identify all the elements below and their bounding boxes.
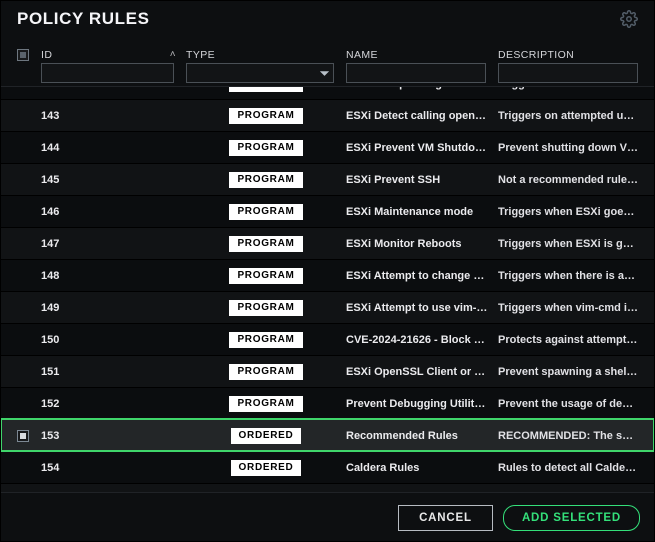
type-badge: PROGRAM	[229, 236, 302, 252]
table-row[interactable]: 143 PROGRAM ESXi Detect calling opensslTri…	[1, 99, 654, 131]
row-name: ESXi Maintenance mode	[346, 206, 498, 218]
table-row[interactable]: 148 PROGRAM ESXi Attempt to change welc…Tr…	[1, 259, 654, 291]
chevron-down-icon	[320, 69, 329, 78]
table-row[interactable]: 146 PROGRAM ESXi Maintenance modeTriggers …	[1, 195, 654, 227]
row-id: 149	[41, 302, 186, 314]
sort-asc-icon: ˄	[170, 49, 176, 60]
row-id: 150	[41, 334, 186, 346]
row-name: ESXi Attempt to change welc…	[346, 270, 498, 282]
type-badge: PROGRAM	[229, 140, 302, 156]
type-badge: PROGRAM	[229, 86, 302, 92]
row-description: Triggers when the whitelist…	[498, 86, 638, 90]
row-description: RECOMMENDED: The set of …	[498, 430, 638, 442]
type-badge: ORDERED	[231, 428, 302, 444]
table-row[interactable]: 153 ORDERED Recommended RulesRECOMMENDED: …	[1, 419, 654, 451]
policy-rules-dialog: POLICY RULES ID ˄ TYPE NAME DESCRIPTION	[0, 0, 655, 542]
dialog-title: POLICY RULES	[17, 9, 150, 29]
row-name: ESXi Prevent SSH	[346, 174, 498, 186]
column-type[interactable]: TYPE	[186, 49, 346, 61]
table-row[interactable]: 147 PROGRAM ESXi Monitor RebootsTriggers w…	[1, 227, 654, 259]
row-name: ESXi Detect calling openssl	[346, 110, 498, 122]
filter-type-select[interactable]	[186, 63, 334, 83]
row-name: CVE-2024-21626 - Block Lea…	[346, 334, 498, 346]
table-row[interactable]: 151 PROGRAM ESXi OpenSSL Client or Serv…Pr…	[1, 355, 654, 387]
row-description: Triggers on attempted usag…	[498, 110, 638, 122]
table-row[interactable]: 149 PROGRAM ESXi Attempt to use vim-cmdTri…	[1, 291, 654, 323]
table-row[interactable]: 142 PROGRAM ESXi Manipulating the task…Tri…	[1, 86, 654, 99]
row-name: ESXi Manipulating the task…	[346, 86, 498, 90]
column-id[interactable]: ID ˄	[41, 49, 186, 61]
row-description: Triggers when ESXi is gettin…	[498, 238, 638, 250]
row-name: Prevent Debugging Utilities	[346, 398, 498, 410]
row-name: ESXi Attempt to use vim-cmd	[346, 302, 498, 314]
type-badge: PROGRAM	[229, 268, 302, 284]
row-name: Caldera Rules	[346, 462, 498, 474]
row-id: 152	[41, 398, 186, 410]
row-name: ESXi Prevent VM Shutdown f…	[346, 142, 498, 154]
row-id: 147	[41, 238, 186, 250]
row-description: Triggers when ESXi goes int…	[498, 206, 638, 218]
gear-icon[interactable]	[620, 10, 638, 28]
row-id: 153	[41, 430, 186, 442]
type-badge: PROGRAM	[229, 332, 302, 348]
row-id: 142	[41, 86, 186, 90]
type-badge: PROGRAM	[229, 300, 302, 316]
row-description: Rules to detect all Caldera Li…	[498, 462, 638, 474]
dialog-header: POLICY RULES	[1, 1, 654, 39]
row-description: Not a recommended rule in …	[498, 174, 638, 186]
table-row[interactable]: 152 PROGRAM Prevent Debugging UtilitiesPre…	[1, 387, 654, 419]
row-description: Prevent the usage of debug…	[498, 398, 638, 410]
row-id: 146	[41, 206, 186, 218]
row-name: ESXi OpenSSL Client or Serv…	[346, 366, 498, 378]
add-selected-button[interactable]: ADD SELECTED	[503, 505, 640, 531]
row-id: 143	[41, 110, 186, 122]
table-row[interactable]: 145 PROGRAM ESXi Prevent SSHNot a recommen…	[1, 163, 654, 195]
column-type-label: TYPE	[186, 49, 215, 61]
column-description-label: DESCRIPTION	[498, 49, 574, 61]
row-id: 148	[41, 270, 186, 282]
row-id: 151	[41, 366, 186, 378]
filter-row	[1, 61, 654, 87]
row-checkbox[interactable]	[17, 430, 29, 442]
type-badge: PROGRAM	[229, 108, 302, 124]
type-badge: ORDERED	[231, 460, 302, 476]
table-row[interactable]: 144 PROGRAM ESXi Prevent VM Shutdown f…Pre…	[1, 131, 654, 163]
rules-table-body[interactable]: 142PROGRAMESXi Manipulating the task…Tri…	[1, 86, 654, 493]
table-row[interactable]: 154 ORDERED Caldera RulesRules to detect a…	[1, 451, 654, 483]
type-badge: PROGRAM	[229, 364, 302, 380]
filter-name-input[interactable]	[346, 63, 486, 83]
filter-id-input[interactable]	[41, 63, 174, 83]
filter-description-input[interactable]	[498, 63, 638, 83]
column-description[interactable]: DESCRIPTION	[498, 49, 638, 61]
row-id: 154	[41, 462, 186, 474]
row-description: Protects against attempts to…	[498, 334, 638, 346]
row-name: ESXi Monitor Reboots	[346, 238, 498, 250]
row-description: Triggers when there is an att…	[498, 270, 638, 282]
dialog-footer: CANCEL ADD SELECTED	[1, 495, 654, 541]
select-all-checkbox[interactable]	[17, 49, 29, 61]
type-badge: PROGRAM	[229, 396, 302, 412]
row-description: Prevent shutting down VMs …	[498, 142, 638, 154]
type-badge: PROGRAM	[229, 172, 302, 188]
row-description: Prevent spawning a shell or …	[498, 366, 638, 378]
column-id-label: ID	[41, 49, 52, 61]
table-row[interactable]: 155ORDEREDESXi Recommended RulesA set of…	[1, 483, 654, 493]
column-headers: ID ˄ TYPE NAME DESCRIPTION	[1, 39, 654, 61]
row-id: 144	[41, 142, 186, 154]
type-badge: PROGRAM	[229, 204, 302, 220]
type-badge: ORDERED	[231, 492, 302, 494]
cancel-button[interactable]: CANCEL	[398, 505, 493, 531]
column-name-label: NAME	[346, 49, 378, 61]
row-id: 145	[41, 174, 186, 186]
row-description: Triggers when vim-cmd is at…	[498, 302, 638, 314]
table-row[interactable]: 150 PROGRAM CVE-2024-21626 - Block Lea…Pro…	[1, 323, 654, 355]
row-name: Recommended Rules	[346, 430, 498, 442]
column-name[interactable]: NAME	[346, 49, 498, 61]
